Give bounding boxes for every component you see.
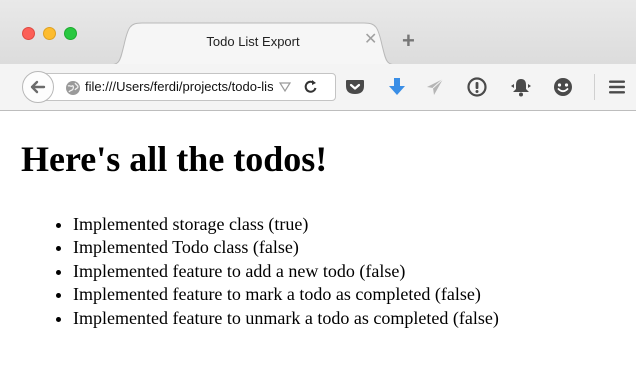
hamburger-menu-icon[interactable] xyxy=(606,76,628,98)
pocket-icon[interactable] xyxy=(344,76,366,98)
url-bar[interactable]: file:///Users/ferdi/projects/todo-list/e… xyxy=(40,73,336,101)
window-maximize-button[interactable] xyxy=(64,27,77,40)
tab-todo-list-export[interactable]: Todo List Export ✕ xyxy=(108,21,398,65)
browser-window: Todo List Export ✕ + file:///Users/ferdi… xyxy=(0,0,636,385)
emoji-icon[interactable] xyxy=(552,76,574,98)
todo-item: Implemented feature to add a new todo (f… xyxy=(73,260,499,283)
todo-item: Implemented Todo class (false) xyxy=(73,236,499,259)
window-close-button[interactable] xyxy=(22,27,35,40)
page-content: Here's all the todos! Implemented storag… xyxy=(0,111,636,385)
back-button[interactable] xyxy=(22,71,54,103)
todo-item: Implemented storage class (true) xyxy=(73,213,499,236)
tab-strip: Todo List Export ✕ + xyxy=(0,0,636,65)
todo-item: Implemented feature to unmark a todo as … xyxy=(73,307,499,330)
todo-list: Implemented storage class (true) Impleme… xyxy=(0,213,499,330)
page-heading: Here's all the todos! xyxy=(21,139,328,179)
close-icon[interactable]: ✕ xyxy=(364,31,377,49)
globe-icon[interactable] xyxy=(65,80,81,96)
navigation-toolbar: file:///Users/ferdi/projects/todo-list/e… xyxy=(0,64,636,111)
window-minimize-button[interactable] xyxy=(43,27,56,40)
url-text[interactable]: file:///Users/ferdi/projects/todo-list/e… xyxy=(85,79,273,94)
reload-icon[interactable] xyxy=(303,79,319,95)
download-icon[interactable] xyxy=(386,76,408,98)
send-icon[interactable] xyxy=(424,76,446,98)
dropdown-arrow-icon[interactable] xyxy=(279,81,291,93)
back-arrow-icon xyxy=(30,80,46,94)
tab-title: Todo List Export xyxy=(206,34,300,49)
toolbar-divider xyxy=(594,74,595,100)
plus-icon[interactable]: + xyxy=(402,30,415,52)
info-circle-icon[interactable] xyxy=(466,76,488,98)
todo-item: Implemented feature to mark a todo as co… xyxy=(73,283,499,306)
notification-bell-icon[interactable] xyxy=(510,76,532,98)
